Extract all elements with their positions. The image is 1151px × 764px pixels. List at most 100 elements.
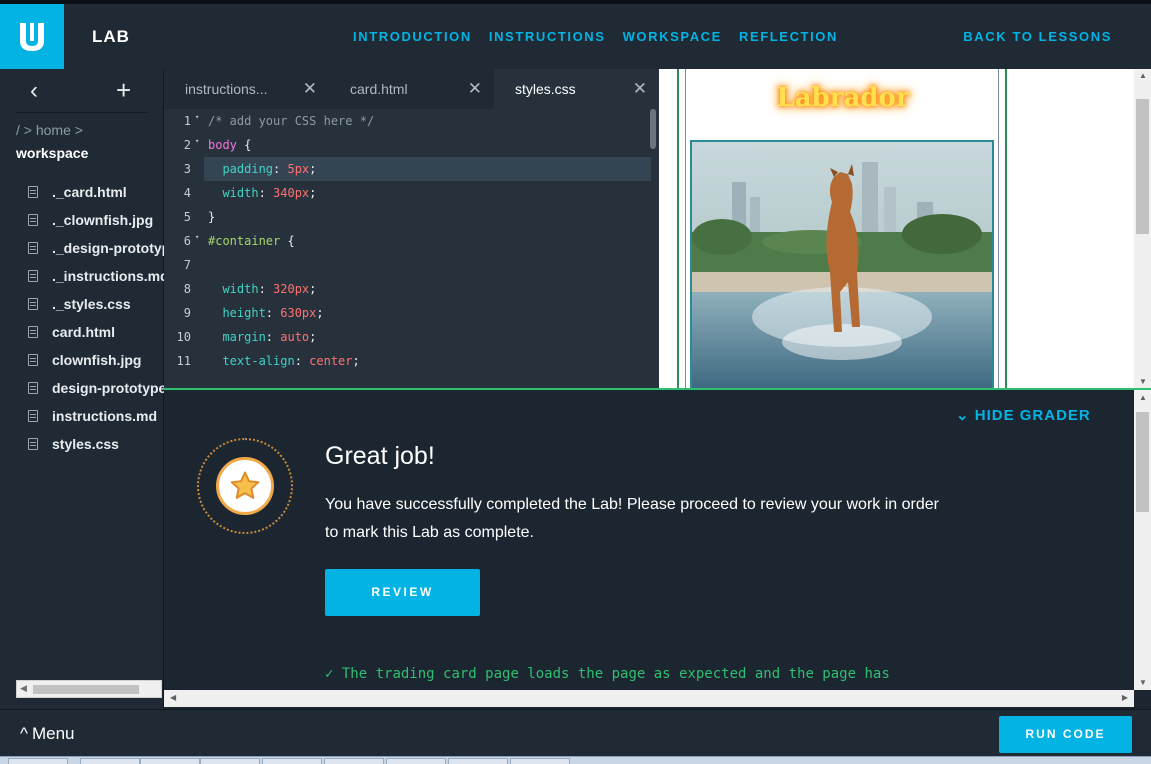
taskbar-item[interactable]: [140, 758, 200, 764]
chevron-left-icon[interactable]: ‹: [30, 77, 38, 105]
tab-card-html[interactable]: card.html ✕: [329, 69, 494, 109]
taskbar-item[interactable]: [448, 758, 508, 764]
back-to-lessons-link[interactable]: BACK TO LESSONS: [963, 29, 1112, 44]
sidebar-horizontal-scrollbar[interactable]: ◀: [16, 680, 162, 698]
check-icon: ✓: [325, 666, 334, 682]
code-line[interactable]: 6 ▾ #container {: [164, 229, 659, 253]
taskbar-item[interactable]: [324, 758, 384, 764]
file-name: design-prototype: [52, 380, 164, 396]
hide-grader-button[interactable]: ⌄ HIDE GRADER: [956, 406, 1091, 424]
code-token: :: [258, 186, 274, 200]
file-item[interactable]: ._card.html: [28, 178, 164, 206]
code-token: }: [208, 210, 216, 224]
bottom-bar: ^ Menu RUN CODE: [0, 709, 1151, 756]
close-icon[interactable]: ✕: [468, 79, 482, 99]
code-token: :: [265, 330, 281, 344]
scroll-right-icon[interactable]: ▶: [1122, 693, 1128, 702]
code-text: }: [208, 210, 215, 224]
file-item[interactable]: clownfish.jpg: [28, 346, 164, 374]
taskbar-item[interactable]: [8, 758, 68, 764]
file-name: ._card.html: [52, 184, 127, 200]
breadcrumb[interactable]: / > home >: [16, 122, 83, 138]
test-result-text: The trading card page loads the page as …: [341, 666, 890, 682]
file-item[interactable]: design-prototype: [28, 374, 164, 402]
tab-styles-css[interactable]: styles.css ✕: [494, 69, 659, 109]
file-name: styles.css: [52, 436, 119, 452]
taskbar-item[interactable]: [386, 758, 446, 764]
udacity-logo-icon[interactable]: [0, 4, 64, 69]
file-item[interactable]: instructions.md: [28, 402, 164, 430]
code-line[interactable]: 1 ▾ /* add your CSS here */: [164, 109, 659, 133]
file-item[interactable]: card.html: [28, 318, 164, 346]
taskbar-item[interactable]: [510, 758, 570, 764]
review-button[interactable]: REVIEW: [325, 569, 480, 616]
file-item[interactable]: styles.css: [28, 430, 164, 458]
top-bar: LAB INTRODUCTION INSTRUCTIONS WORKSPACE …: [0, 0, 1151, 69]
nav-instructions[interactable]: INSTRUCTIONS: [489, 29, 606, 44]
taskbar-item[interactable]: [80, 758, 140, 764]
line-number: 7: [183, 258, 191, 272]
preview-scrollbar[interactable]: ▲ ▼: [1134, 69, 1151, 388]
fold-arrow-icon[interactable]: ▾: [195, 137, 199, 145]
preview-pane: Labrador ▲ ▼: [659, 69, 1151, 388]
file-list: ._card.html ._clownfish.jpg ._design-pro…: [28, 178, 164, 458]
scroll-left-icon[interactable]: ◀: [20, 683, 27, 694]
code-token: {: [236, 138, 252, 152]
chevron-up-icon: ^: [20, 724, 28, 743]
code-text: text-align: center;: [208, 354, 360, 368]
code-line[interactable]: 11 text-align: center;: [164, 349, 659, 373]
scroll-up-icon[interactable]: ▲: [1139, 393, 1147, 402]
file-item[interactable]: ._instructions.md: [28, 262, 164, 290]
nav-workspace[interactable]: WORKSPACE: [623, 29, 722, 44]
scroll-down-icon[interactable]: ▼: [1139, 377, 1147, 386]
scroll-up-icon[interactable]: ▲: [1139, 71, 1147, 80]
code-line[interactable]: 8 width: 320px;: [164, 277, 659, 301]
plus-icon[interactable]: +: [116, 75, 131, 106]
code-line[interactable]: 10 margin: auto;: [164, 325, 659, 349]
fold-arrow-icon[interactable]: ▾: [195, 113, 199, 121]
tab-instructions[interactable]: instructions... ✕: [164, 69, 329, 109]
code-line[interactable]: 4 width: 340px;: [164, 181, 659, 205]
scrollbar-thumb[interactable]: [1136, 99, 1149, 234]
code-line[interactable]: 5}: [164, 205, 659, 229]
test-result-row: ✓ The trading card page loads the page a…: [325, 666, 890, 682]
close-icon[interactable]: ✕: [633, 79, 647, 99]
tab-label: styles.css: [515, 81, 576, 97]
fold-arrow-icon[interactable]: ▾: [195, 233, 199, 241]
editor-tabs: instructions... ✕ card.html ✕ styles.css…: [164, 69, 659, 109]
grader-title: Great job!: [325, 442, 435, 470]
code-area[interactable]: 1 ▾/* add your CSS here */2 ▾ body {3 paddi…: [164, 109, 659, 373]
file-icon: [28, 270, 38, 282]
taskbar-item[interactable]: [262, 758, 322, 764]
file-item[interactable]: ._styles.css: [28, 290, 164, 318]
file-name: card.html: [52, 324, 116, 340]
scroll-down-icon[interactable]: ▼: [1139, 678, 1147, 687]
file-icon: [28, 382, 38, 394]
code-token: text-align: [208, 354, 295, 368]
file-item[interactable]: ._design-prototype: [28, 234, 164, 262]
sidebar-controls: ‹ +: [16, 69, 147, 113]
app-title: LAB: [92, 27, 130, 46]
code-token: ;: [352, 354, 360, 368]
grader-horizontal-scrollbar[interactable]: ◀ ▶: [164, 690, 1134, 707]
scrollbar-thumb[interactable]: [1136, 412, 1149, 512]
run-code-button[interactable]: RUN CODE: [999, 716, 1132, 753]
grader-vertical-scrollbar[interactable]: ▲ ▼: [1134, 390, 1151, 690]
taskbar-item[interactable]: [200, 758, 260, 764]
code-token: ;: [316, 306, 324, 320]
line-number: 9: [183, 306, 191, 320]
code-line[interactable]: 3 padding: 5px;: [164, 157, 659, 181]
scrollbar-thumb[interactable]: [33, 685, 139, 694]
code-line[interactable]: 2 ▾ body {: [164, 133, 659, 157]
scroll-left-icon[interactable]: ◀: [170, 693, 176, 702]
editor-scrollbar[interactable]: [650, 109, 656, 149]
file-item[interactable]: ._clownfish.jpg: [28, 206, 164, 234]
menu-button[interactable]: ^ Menu: [20, 724, 75, 744]
nav-reflection[interactable]: REFLECTION: [739, 29, 838, 44]
hide-grader-label: HIDE GRADER: [974, 407, 1091, 424]
code-line[interactable]: 7: [164, 253, 659, 277]
close-icon[interactable]: ✕: [303, 79, 317, 99]
code-token: /* add your CSS here */: [208, 114, 375, 128]
nav-introduction[interactable]: INTRODUCTION: [353, 29, 472, 44]
code-line[interactable]: 9 height: 630px;: [164, 301, 659, 325]
